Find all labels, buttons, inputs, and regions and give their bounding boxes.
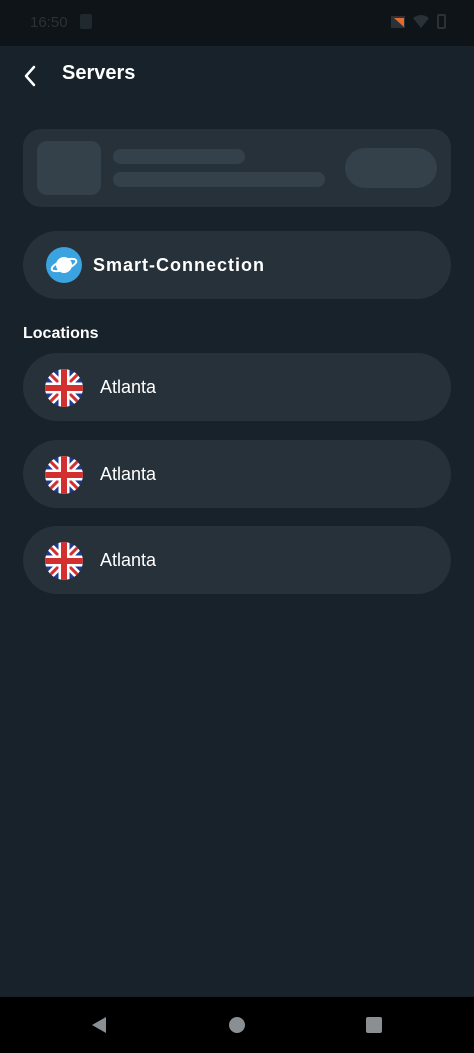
smart-connection-label: Smart-Connection [93,255,266,275]
battery-icon [437,14,446,29]
skeleton-server-card [23,129,451,207]
skeleton-button [345,148,437,188]
nav-home-icon[interactable] [229,1017,245,1033]
app-header: Servers [0,46,474,106]
page-title: Servers [62,62,136,84]
locations-section-title: Locations [23,325,99,342]
wifi-icon [413,14,429,28]
smart-connection-button[interactable]: Smart-Connection [23,231,451,299]
vpn-key-icon [391,15,405,28]
nav-back-icon[interactable] [90,1016,108,1034]
location-item[interactable]: Atlanta [23,439,451,508]
status-bar: 16:50 [0,0,474,46]
skeleton-line [113,149,245,164]
skeleton-thumbnail [37,141,101,195]
sim-icon [80,14,92,29]
uk-flag-icon [45,542,83,580]
location-label: Atlanta [100,463,157,484]
uk-flag-icon [45,369,83,407]
status-icons [391,14,446,29]
back-button[interactable] [14,60,46,92]
location-item[interactable]: Atlanta [23,526,451,594]
skeleton-line [113,172,325,187]
location-label: Atlanta [100,377,157,397]
uk-flag-icon [45,455,83,494]
location-item[interactable]: Atlanta [23,353,451,421]
chevron-left-icon [24,65,36,87]
status-time: 16:50 [30,14,68,31]
location-list: Atlanta Atlanta Atlanta [23,353,451,613]
nav-recents-icon[interactable] [366,1017,382,1033]
system-navigation-bar [0,997,474,1053]
planet-icon [46,247,82,283]
location-label: Atlanta [100,550,157,570]
